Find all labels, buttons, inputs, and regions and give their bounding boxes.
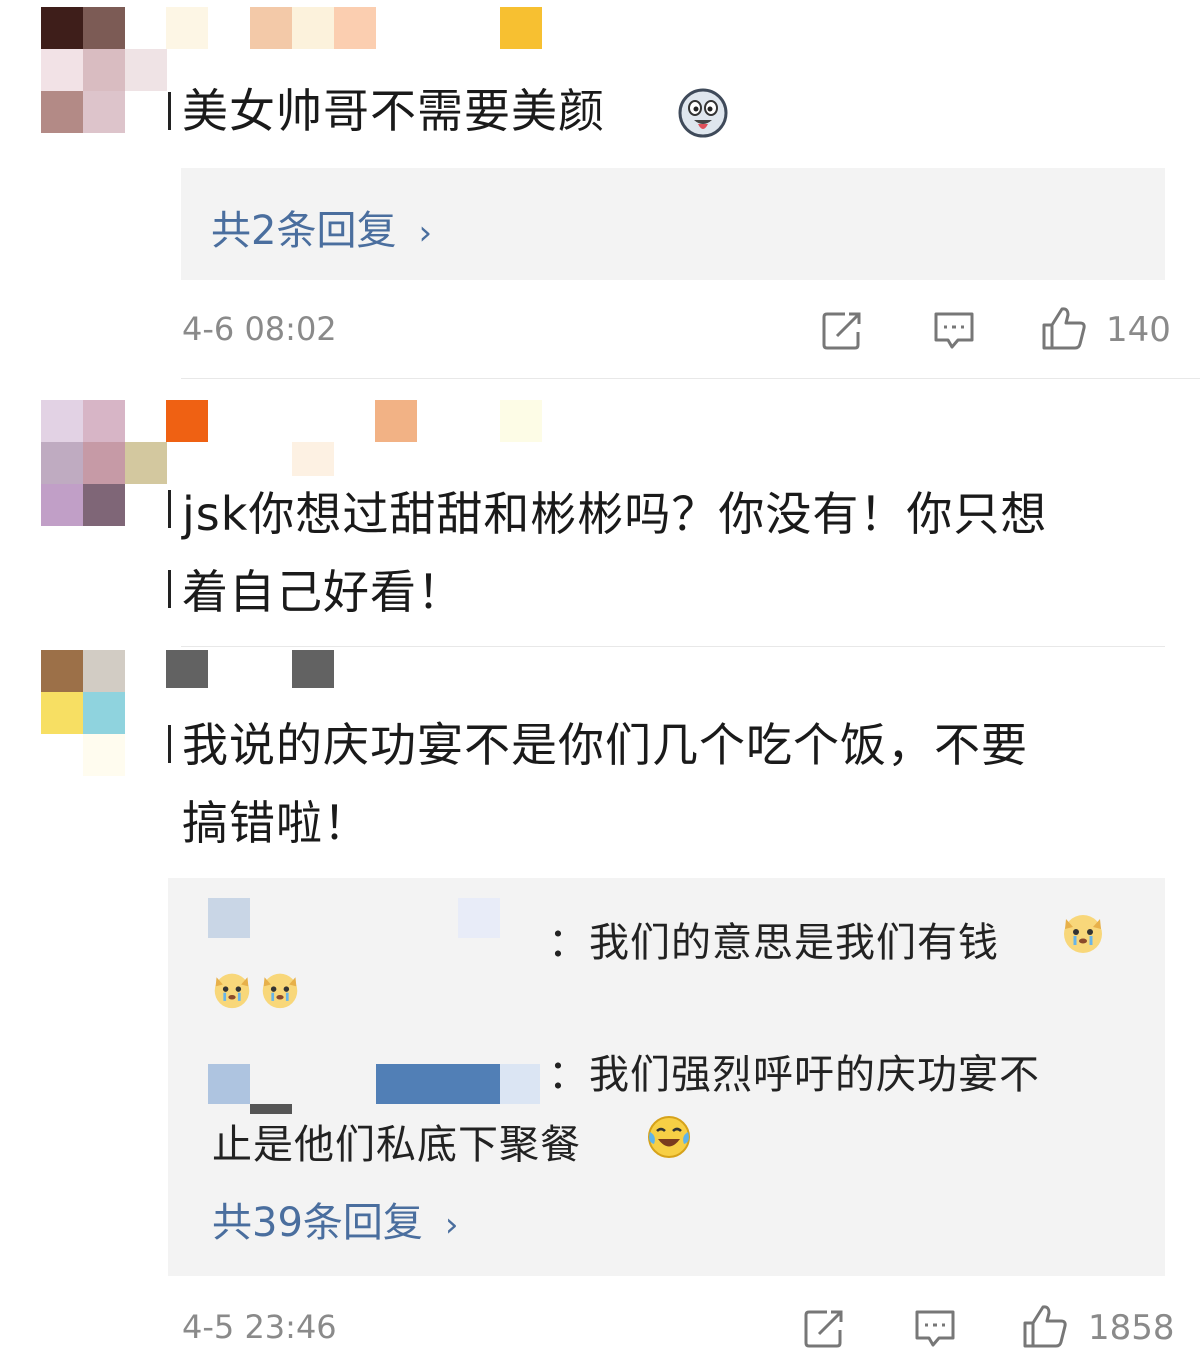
reply-count-label[interactable]: 共39条回复	[212, 1200, 423, 1246]
thumbs-up-icon[interactable]	[1021, 1303, 1069, 1353]
crying-dog-emoji	[260, 970, 300, 1010]
comment-line: 搞错啦！	[182, 796, 370, 850]
view-replies-link[interactable]: 共39条回复 ›	[212, 1190, 459, 1248]
divider	[181, 378, 1200, 379]
comment-icon[interactable]	[913, 1308, 957, 1354]
comment-text: 我说的庆功宴不是你们几个吃个饭，不要 搞错啦！	[182, 706, 1028, 862]
divider	[181, 646, 1165, 647]
reply-preview-box[interactable]: 共2条回复 ›	[181, 168, 1165, 280]
comment-line: 我说的庆功宴不是你们几个吃个饭，不要	[182, 718, 1028, 772]
sub-reply-text: ：我们的意思是我们有钱	[548, 920, 999, 966]
reply-count-label[interactable]: 共2条回复	[211, 208, 396, 254]
view-replies-link[interactable]: 共2条回复 ›	[211, 198, 432, 256]
comment-timestamp: 4-6 08:02	[182, 310, 337, 348]
comment-timestamp: 4-5 23:46	[182, 1308, 337, 1346]
crying-dog-emoji	[212, 970, 252, 1010]
chevron-right-icon: ›	[418, 213, 433, 253]
comment-line: 美女帅哥不需要美颜	[182, 84, 605, 138]
comment-line: 着自己好看！	[182, 565, 464, 619]
laughing-crying-emoji	[646, 1114, 692, 1160]
share-icon[interactable]	[821, 310, 865, 354]
share-icon[interactable]	[803, 1308, 847, 1352]
crying-dog-emoji	[1061, 911, 1105, 955]
sub-reply-text: 止是他们私底下聚餐	[212, 1122, 581, 1168]
husky-tongue-emoji	[678, 88, 728, 138]
reply-preview-box[interactable]: ：我们的意思是我们有钱 ：我们强烈呼吁的庆功宴不 止是他们私底下聚餐 共39条回…	[168, 878, 1165, 1276]
avatar[interactable]	[41, 650, 167, 776]
comment-icon[interactable]	[932, 310, 976, 356]
chevron-right-icon: ›	[444, 1205, 459, 1245]
sub-reply-text: ：我们强烈呼吁的庆功宴不	[548, 1052, 1040, 1098]
avatar[interactable]	[41, 7, 167, 133]
comment-line: jsk你想过甜甜和彬彬吗？你没有！你只想	[182, 487, 1048, 541]
avatar[interactable]	[41, 400, 167, 526]
thumbs-up-icon[interactable]	[1040, 305, 1088, 355]
like-count: 140	[1106, 310, 1171, 350]
like-count: 1858	[1088, 1308, 1175, 1348]
comment-text: 美女帅哥不需要美颜	[182, 72, 605, 150]
comment-text: jsk你想过甜甜和彬彬吗？你没有！你只想 着自己好看！	[182, 475, 1047, 631]
